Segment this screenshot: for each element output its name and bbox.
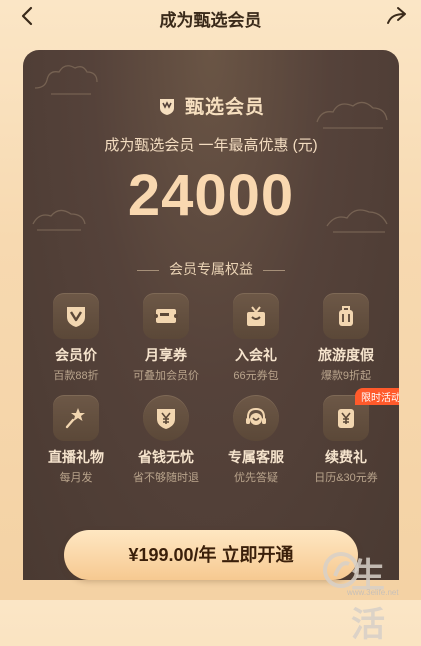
benefit-label: 续费礼 bbox=[325, 449, 367, 465]
subscribe-button[interactable]: ¥199.00/年 立即开通 bbox=[64, 530, 358, 580]
benefit-item-live-gift[interactable]: 直播礼物 每月发 bbox=[31, 395, 121, 485]
benefit-item-renewal-gift[interactable]: 限时活动 续费礼 日历&30元券 bbox=[301, 388, 399, 485]
hero-subtitle: 成为甄选会员 一年最高优惠 (元) bbox=[104, 137, 318, 154]
magic-wand-icon bbox=[53, 395, 99, 441]
benefit-sub: 优先答疑 bbox=[234, 472, 278, 484]
benefit-label: 专属客服 bbox=[228, 449, 284, 465]
benefit-label: 省钱无忧 bbox=[138, 449, 194, 465]
top-bar: 成为甄选会员 bbox=[0, 0, 421, 34]
benefit-item-welcome-gift[interactable]: 入会礼 66元券包 bbox=[211, 293, 301, 383]
benefit-label: 旅游度假 bbox=[318, 347, 374, 363]
benefit-sub: 百款88折 bbox=[53, 370, 99, 382]
savings-amount: 24000 bbox=[127, 163, 295, 228]
benefit-item-travel[interactable]: 旅游度假 爆款9折起 bbox=[301, 293, 391, 383]
benefit-sub: 66元券包 bbox=[233, 370, 279, 382]
divider bbox=[137, 269, 159, 271]
benefit-item-member-price[interactable]: 会员价 百款88折 bbox=[31, 293, 121, 383]
benefit-sub: 省不够随时退 bbox=[133, 472, 199, 484]
gift-icon bbox=[233, 293, 279, 339]
watermark-url: www.3elife.net bbox=[347, 588, 399, 597]
benefit-item-customer-service[interactable]: 专属客服 优先答疑 bbox=[211, 395, 301, 485]
benefit-item-monthly-coupon[interactable]: 月享券 可叠加会员价 bbox=[121, 293, 211, 383]
v-shield-icon bbox=[53, 293, 99, 339]
limited-time-badge: 限时活动 bbox=[355, 388, 399, 405]
watermark-text: 生活 bbox=[351, 557, 385, 644]
yen-shield-icon bbox=[143, 395, 189, 441]
benefit-sub: 可叠加会员价 bbox=[133, 370, 199, 382]
page-title: 成为甄选会员 bbox=[159, 11, 262, 30]
benefit-label: 入会礼 bbox=[235, 347, 277, 363]
benefit-item-refund[interactable]: 省钱无忧 省不够随时退 bbox=[121, 395, 211, 485]
share-icon[interactable] bbox=[383, 2, 409, 28]
luggage-icon bbox=[323, 293, 369, 339]
benefits-section-title: 会员专属权益 bbox=[23, 259, 399, 279]
benefit-sub: 爆款9折起 bbox=[320, 370, 372, 382]
divider bbox=[263, 269, 285, 271]
benefit-label: 直播礼物 bbox=[48, 449, 104, 465]
watermark: 生活 www.3elife.net bbox=[321, 548, 413, 644]
brand-label: 甄选会员 bbox=[184, 97, 265, 118]
brand-title: 甄选会员 bbox=[23, 92, 399, 119]
coupon-icon bbox=[143, 293, 189, 339]
benefit-label: 会员价 bbox=[55, 347, 97, 363]
section-title-label: 会员专属权益 bbox=[169, 261, 253, 277]
benefit-sub: 日历&30元券 bbox=[314, 472, 378, 484]
membership-card: 甄选会员 成为甄选会员 一年最高优惠 (元) 24000 会员专属权益 会员价 … bbox=[23, 50, 399, 580]
crown-badge-icon bbox=[159, 99, 174, 115]
headset-icon bbox=[233, 395, 279, 441]
benefit-label: 月享券 bbox=[145, 347, 187, 363]
benefit-sub: 每月发 bbox=[59, 472, 93, 484]
